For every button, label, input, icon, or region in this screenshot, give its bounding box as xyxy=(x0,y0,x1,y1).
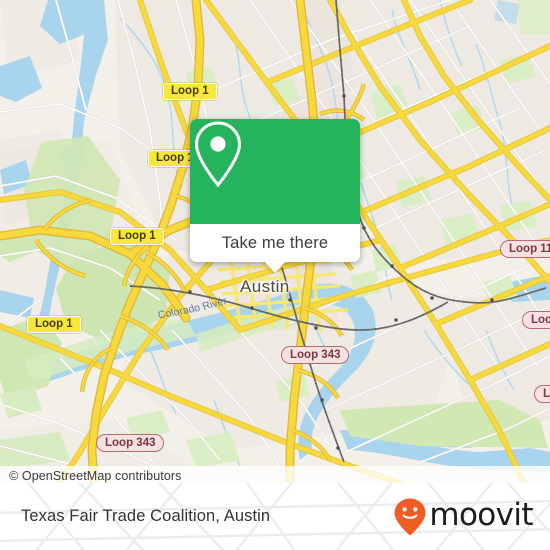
moovit-wordmark: moovit xyxy=(429,497,533,533)
map-attribution-bar: © OpenStreetMap contributors xyxy=(0,466,550,483)
map-page: Colorado River Austin Loop 1 Loop 1 Loop 1… xyxy=(0,0,550,550)
road-shield: Loop 1 xyxy=(27,316,81,333)
road-shield: Loop 1 xyxy=(163,83,217,100)
popup-header xyxy=(190,119,360,224)
footer-bar: Texas Fair Trade Coalition, Austin moovi… xyxy=(0,483,550,550)
popup-tail-pointer xyxy=(264,261,286,273)
road-shield: Loop xyxy=(534,385,550,403)
city-label: Austin xyxy=(240,277,290,296)
road-shield: Loop 111 xyxy=(500,240,550,258)
osm-attribution-text[interactable]: © OpenStreetMap contributors xyxy=(0,469,182,483)
take-me-there-label: Take me there xyxy=(221,233,329,252)
moovit-pin-smiley-icon xyxy=(394,498,426,535)
place-title: Texas Fair Trade Coalition, Austin xyxy=(21,507,271,525)
road-shield: Loop xyxy=(522,311,550,329)
map-popup-card[interactable]: Take me there xyxy=(190,119,360,273)
take-me-there-button[interactable]: Take me there xyxy=(190,224,360,262)
map-canvas[interactable]: Colorado River Austin Loop 1 Loop 1 Loop 1… xyxy=(0,0,550,483)
road-shield: Loop 343 xyxy=(281,346,350,364)
road-shield: Loop 343 xyxy=(96,434,165,452)
road-shield: Loop 1 xyxy=(110,228,164,245)
moovit-brand[interactable]: moovit xyxy=(393,483,534,550)
location-pin-icon xyxy=(194,121,242,188)
